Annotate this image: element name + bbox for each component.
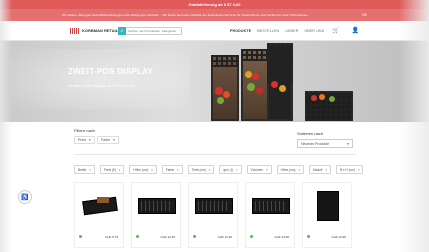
product-card[interactable]: CHF 12.90 xyxy=(302,182,352,248)
chevron-down-icon: ▾ xyxy=(88,138,91,142)
product-image xyxy=(81,195,119,217)
product-card[interactable]: CHF 12.20 xyxy=(131,182,181,248)
chevron-down-icon: ▾ xyxy=(118,167,121,172)
logo-mark-icon xyxy=(70,28,80,34)
divider xyxy=(74,154,356,155)
hero-title: ZWEIT-POS DISPLAY xyxy=(68,67,154,76)
product-image xyxy=(252,195,290,217)
hero-banner: ZWEIT-POS DISPLAY Flexible mobile Displa… xyxy=(0,41,429,122)
chevron-down-icon: ▾ xyxy=(357,167,360,172)
chevron-down-icon: ▾ xyxy=(113,138,115,142)
language-switcher[interactable]: DE xyxy=(362,13,367,17)
chevron-down-icon: ▾ xyxy=(325,167,327,172)
chevron-down-icon: ▾ xyxy=(298,167,300,172)
in-stock-indicator xyxy=(136,235,139,238)
product-listing: Filtern nach Preis ▾ Farbe ▾ Sortieren nac… xyxy=(0,122,429,252)
chevron-down-icon: ▾ xyxy=(89,167,91,172)
filter-label: Filtern nach xyxy=(74,128,95,133)
in-stock-indicator xyxy=(307,235,310,238)
chevron-down-icon: ▾ xyxy=(151,167,153,172)
in-stock-indicator xyxy=(79,235,82,238)
nav-order[interactable]: BESTELLEN xyxy=(257,29,279,33)
user-icon[interactable]: 👤 xyxy=(351,27,358,34)
info-bar: Wir wissen, dass gute Geschäftsbeziehung… xyxy=(0,9,429,21)
sort-select[interactable]: Neueste Produkte ▾ xyxy=(297,139,353,148)
site-header: KORBMAN RETAIL ⌕ PRODUKTE BESTELLEN UNSE… xyxy=(0,21,429,41)
filter-button[interactable]: Tiefe (cm) ▾ xyxy=(187,165,215,174)
hero-subtitle: Flexible mobile Displays als 2. Point of… xyxy=(68,84,136,88)
nav-about[interactable]: ÜBER UNS xyxy=(305,29,325,33)
filter-button[interactable]: Modell ▾ xyxy=(309,165,331,174)
in-stock-indicator xyxy=(250,235,253,238)
promo-bar[interactable]: Gratislieferung ab € 87 0,00 xyxy=(0,0,429,9)
filter-button[interactable]: B x H (cm) ▾ xyxy=(335,165,364,174)
product-image xyxy=(195,195,233,217)
product-price: CHF 5.79 xyxy=(105,235,118,239)
filter-button[interactable]: Breite ▾ xyxy=(74,165,95,174)
product-grid: CHF 5.79 CHF 12.20 CHF 11.90 CHF 14.90 C… xyxy=(74,182,352,248)
sort-label: Sortieren nach xyxy=(297,131,324,136)
accessibility-icon[interactable]: ♿ xyxy=(18,190,32,204)
chevron-down-icon: ▾ xyxy=(236,167,238,172)
cart-icon[interactable]: 🛒 xyxy=(332,27,339,34)
page-viewport: Gratislieferung ab € 87 0,00 Wir wissen,… xyxy=(0,0,429,252)
product-image xyxy=(138,195,176,217)
product-card[interactable]: CHF 14.90 xyxy=(245,182,295,248)
filter-button[interactable]: Höhe (cm) ▾ xyxy=(276,165,304,174)
nav-our[interactable]: UNSER xyxy=(285,29,298,33)
product-image xyxy=(309,191,347,221)
filter-button[interactable]: Preis (€) ▾ xyxy=(99,165,125,174)
in-stock-indicator xyxy=(193,235,196,238)
filter-chip-price[interactable]: Preis ▾ xyxy=(74,136,95,144)
product-price: CHF 14.90 xyxy=(274,235,289,239)
filter-button[interactable]: Volumen ▾ xyxy=(246,165,272,174)
promo-text: Gratislieferung ab € 87 0,00 xyxy=(188,2,241,7)
filter-button[interactable]: ges. (l) ▾ xyxy=(219,165,242,174)
filter-button[interactable]: Höhe (cm) ▾ xyxy=(129,165,157,174)
logo[interactable]: KORBMAN RETAIL xyxy=(70,27,118,35)
attribute-filters: Breite ▾ Preis (€) ▾ Höhe (cm) ▾ Farbe ▾ Tie… xyxy=(74,165,364,174)
filter-button[interactable]: Farbe ▾ xyxy=(161,165,183,174)
product-card[interactable]: CHF 5.79 xyxy=(74,182,124,248)
product-price: CHF 11.90 xyxy=(217,235,232,239)
product-price: CHF 12.20 xyxy=(160,235,175,239)
info-text: Wir wissen, dass gute Geschäftsbeziehung… xyxy=(62,13,308,17)
search-icon[interactable]: ⌕ xyxy=(118,26,126,35)
main-nav: PRODUKTE BESTELLEN UNSER ÜBER UNS xyxy=(230,29,324,33)
chevron-down-icon: ▾ xyxy=(347,141,349,146)
product-price: CHF 12.90 xyxy=(331,235,346,239)
logo-text: KORBMAN RETAIL xyxy=(82,28,119,33)
chevron-down-icon: ▾ xyxy=(208,167,211,172)
search-box: ⌕ xyxy=(118,26,182,35)
filter-chip-color[interactable]: Farbe ▾ xyxy=(97,136,119,144)
chevron-down-icon: ▾ xyxy=(177,167,179,172)
search-input[interactable] xyxy=(128,29,180,33)
chevron-down-icon: ▾ xyxy=(266,167,268,172)
product-card[interactable]: CHF 11.90 xyxy=(188,182,238,248)
header-icons: 🛒 👤 xyxy=(332,27,359,34)
nav-products[interactable]: PRODUKTE xyxy=(230,29,251,33)
display-rack-image xyxy=(205,41,365,122)
